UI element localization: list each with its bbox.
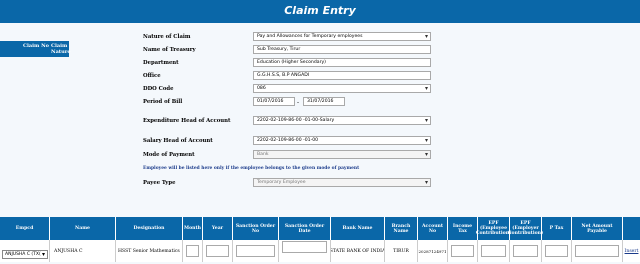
designation-cell: HSST Senior Mathematics — [116, 240, 183, 262]
sanction-order-no-cell — [233, 240, 279, 262]
epf-employer-input[interactable] — [513, 245, 538, 257]
col-action — [623, 217, 640, 240]
claim-list-header: Claim No Claim Nature — [0, 41, 71, 57]
epf-employer-cell — [510, 240, 542, 262]
nature-of-claim-label: Nature of Claim — [143, 34, 191, 40]
col-epf-employer: EPF (Employer Contribution) — [508, 217, 543, 240]
period-separator: - — [297, 99, 300, 106]
net-amount-input[interactable] — [575, 245, 619, 257]
bank-name-cell: STATE BANK OF INDIA — [331, 240, 385, 262]
office-field[interactable]: G.G.H.S.S, B.P ANGADI — [253, 71, 431, 80]
claim-nature-header: Claim Nature — [51, 43, 71, 55]
name-of-treasury-label: Name of Treasury — [143, 47, 196, 53]
year-input[interactable] — [206, 245, 229, 257]
col-year: Year — [203, 217, 233, 240]
epf-employee-input[interactable] — [481, 245, 506, 257]
period-of-bill-label: Period of Bill — [143, 99, 183, 105]
col-p-tax: P Tax — [542, 217, 572, 240]
expenditure-head-label: Expenditure Head of Account — [143, 118, 231, 124]
col-sanction-order-date: Sanction Order Date — [279, 217, 331, 240]
period-from-field[interactable]: 01/07/2016 — [253, 97, 295, 106]
office-label: Office — [143, 73, 161, 79]
col-account-no: Account No — [418, 217, 448, 240]
col-designation: Designation — [116, 217, 183, 240]
mode-of-payment-note: Employee will be listed here only if the… — [143, 166, 360, 171]
salary-head-label: Salary Head of Account — [143, 138, 213, 144]
payee-type-select[interactable]: Temporary Employee — [253, 178, 431, 187]
col-branch-name: Branch Name — [385, 217, 418, 240]
name-of-treasury-field[interactable]: Sub Treasury, Tirur — [253, 45, 431, 54]
salary-head-select[interactable]: 2202-02-109-86-00 -01-00 — [253, 136, 431, 145]
year-cell — [203, 240, 233, 262]
ddo-code-label: DDO Code — [143, 86, 174, 92]
net-amount-cell — [572, 240, 623, 262]
col-epf-employee: EPF (Employee Contribution) — [476, 217, 511, 240]
department-label: Department — [143, 60, 179, 66]
mode-of-payment-label: Mode of Payment — [143, 152, 195, 158]
month-input[interactable] — [186, 245, 199, 257]
action-cell: Insert — [623, 240, 640, 262]
col-bank-name: Bank Name — [331, 217, 385, 240]
income-tax-input[interactable] — [451, 245, 474, 257]
col-net-amount: Net Amount Payable — [572, 217, 623, 240]
col-month: Month — [183, 217, 203, 240]
col-empcd: Empcd — [0, 217, 50, 240]
sanction-order-no-input[interactable] — [236, 245, 275, 257]
col-name: Name — [50, 217, 116, 240]
empcd-select[interactable]: ANJUSHA C (TX( — [2, 250, 48, 259]
epf-employee-cell — [478, 240, 510, 262]
name-cell: ANJUSHA C — [50, 240, 116, 262]
sanction-order-date-input[interactable] — [282, 241, 327, 253]
income-tax-cell — [448, 240, 478, 262]
account-no-cell: 20287124971 — [418, 240, 448, 262]
table-row: ANJUSHA C HSST Senior Mathematics STATE … — [0, 240, 640, 262]
claim-no-header: Claim No — [23, 43, 49, 49]
col-income-tax: Income Tax — [448, 217, 478, 240]
nature-of-claim-select[interactable]: Pay and Allowances for Temporary employe… — [253, 32, 431, 41]
ddo-code-select[interactable]: 086 — [253, 84, 431, 93]
page-title: Claim Entry — [284, 4, 356, 17]
payee-type-label: Payee Type — [143, 180, 176, 186]
insert-link[interactable]: Insert — [625, 249, 639, 254]
sanction-order-date-cell — [279, 240, 331, 262]
expenditure-head-select[interactable]: 2202-02-109-86-00 -01-00-Salary — [253, 116, 431, 125]
department-field[interactable]: Education (Higher Secondary) — [253, 58, 431, 67]
p-tax-input[interactable] — [545, 245, 568, 257]
employee-grid-header: Empcd Name Designation Month Year Sancti… — [0, 217, 640, 240]
period-to-field[interactable]: 31/07/2016 — [303, 97, 345, 106]
month-cell — [183, 240, 203, 262]
branch-name-cell: TIRUR — [385, 240, 418, 262]
col-sanction-order-no: Sanction Order No — [233, 217, 279, 240]
mode-of-payment-select[interactable]: Bank — [253, 150, 431, 159]
p-tax-cell — [542, 240, 572, 262]
